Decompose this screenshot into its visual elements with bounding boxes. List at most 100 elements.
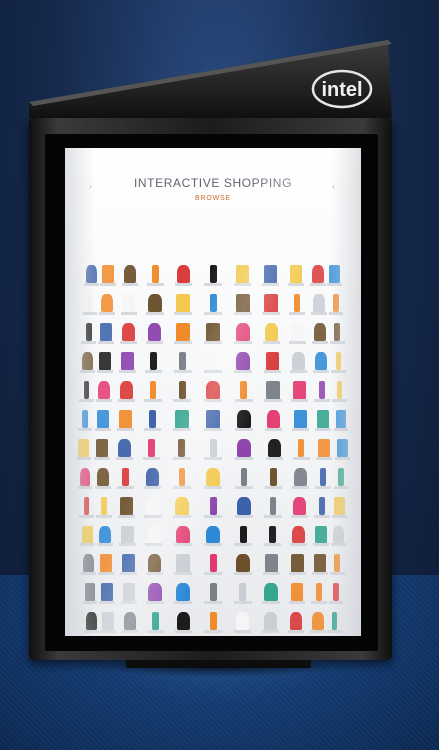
product-item[interactable] — [82, 294, 98, 316]
product-item[interactable] — [94, 467, 111, 489]
product-item[interactable] — [173, 409, 191, 431]
product-item[interactable] — [174, 583, 193, 605]
product-item[interactable] — [84, 265, 99, 287]
product-item[interactable] — [94, 409, 111, 431]
product-item[interactable] — [77, 467, 93, 489]
product-item[interactable] — [332, 496, 348, 518]
product-item[interactable] — [78, 380, 94, 402]
product-item[interactable] — [173, 525, 192, 547]
product-item[interactable] — [292, 409, 309, 431]
product-item[interactable] — [99, 294, 116, 316]
product-item[interactable] — [117, 409, 134, 431]
product-item[interactable] — [288, 583, 306, 605]
product-item[interactable] — [99, 583, 116, 605]
product-item[interactable] — [234, 351, 253, 373]
product-item[interactable] — [80, 525, 95, 547]
product-item[interactable] — [93, 438, 110, 460]
product-item[interactable] — [233, 294, 252, 316]
product-item[interactable] — [289, 554, 307, 576]
product-item[interactable] — [265, 438, 283, 460]
product-item[interactable] — [95, 380, 112, 402]
product-item[interactable] — [328, 294, 344, 316]
product-item[interactable] — [234, 525, 253, 547]
product-item[interactable] — [82, 583, 98, 605]
product-item[interactable] — [204, 554, 222, 576]
product-item[interactable] — [263, 323, 281, 344]
product-item[interactable] — [76, 438, 91, 460]
product-item[interactable] — [287, 612, 305, 634]
product-item[interactable] — [204, 496, 222, 518]
product-item[interactable] — [118, 525, 136, 547]
product-item[interactable] — [311, 323, 328, 344]
product-carousel[interactable] — [65, 260, 361, 636]
product-item[interactable] — [234, 323, 252, 344]
product-item[interactable] — [263, 351, 282, 373]
product-item[interactable] — [174, 323, 192, 344]
product-item[interactable] — [145, 323, 163, 344]
product-item[interactable] — [290, 351, 308, 373]
product-item[interactable] — [316, 438, 333, 460]
product-item[interactable] — [118, 380, 135, 402]
product-item[interactable] — [234, 554, 252, 576]
product-item[interactable] — [143, 409, 162, 431]
product-item[interactable] — [233, 265, 252, 287]
product-item[interactable] — [100, 612, 117, 634]
product-item[interactable] — [204, 351, 222, 373]
product-item[interactable] — [145, 554, 163, 576]
product-item[interactable] — [309, 265, 326, 287]
product-item[interactable] — [97, 351, 113, 373]
product-item[interactable] — [172, 438, 191, 460]
product-item[interactable] — [118, 496, 135, 518]
product-item[interactable] — [116, 438, 134, 460]
product-item[interactable] — [121, 265, 139, 287]
product-item[interactable] — [146, 265, 165, 287]
product-item[interactable] — [143, 438, 161, 460]
product-item[interactable] — [204, 323, 222, 344]
product-item[interactable] — [174, 612, 193, 634]
product-item[interactable] — [120, 583, 138, 605]
product-item[interactable] — [146, 583, 164, 605]
product-item[interactable] — [204, 409, 222, 431]
product-item[interactable] — [234, 496, 253, 518]
product-item[interactable] — [118, 351, 136, 373]
product-item[interactable] — [331, 351, 346, 373]
product-item[interactable] — [174, 554, 192, 576]
product-item[interactable] — [263, 554, 281, 576]
product-item[interactable] — [119, 554, 137, 576]
product-item[interactable] — [173, 380, 192, 402]
product-item[interactable] — [120, 294, 138, 316]
product-item[interactable] — [313, 525, 329, 547]
product-item[interactable] — [291, 380, 308, 402]
product-item[interactable] — [315, 409, 332, 431]
product-item[interactable] — [314, 380, 331, 402]
product-item[interactable] — [119, 323, 137, 344]
product-item[interactable] — [235, 438, 254, 460]
product-item[interactable] — [81, 323, 97, 344]
product-item[interactable] — [329, 323, 345, 344]
product-item[interactable] — [173, 351, 192, 373]
product-item[interactable] — [143, 467, 162, 489]
product-item[interactable] — [311, 554, 328, 576]
product-item[interactable] — [262, 294, 280, 316]
product-item[interactable] — [315, 467, 332, 489]
product-item[interactable] — [174, 265, 193, 287]
product-item[interactable] — [78, 496, 94, 518]
product-item[interactable] — [173, 467, 191, 489]
product-item[interactable] — [146, 612, 165, 634]
product-item[interactable] — [309, 612, 326, 634]
product-item[interactable] — [233, 612, 252, 634]
product-item[interactable] — [289, 323, 307, 344]
product-item[interactable] — [329, 554, 345, 576]
product-item[interactable] — [98, 323, 114, 344]
product-item[interactable] — [310, 583, 327, 605]
product-item[interactable] — [121, 612, 139, 634]
product-item[interactable] — [204, 612, 222, 634]
product-item[interactable] — [204, 438, 222, 460]
product-item[interactable] — [327, 265, 342, 287]
product-item[interactable] — [204, 525, 222, 547]
product-item[interactable] — [264, 496, 282, 518]
product-item[interactable] — [117, 467, 134, 489]
product-item[interactable] — [144, 525, 163, 547]
product-item[interactable] — [204, 380, 222, 402]
product-item[interactable] — [97, 525, 113, 547]
